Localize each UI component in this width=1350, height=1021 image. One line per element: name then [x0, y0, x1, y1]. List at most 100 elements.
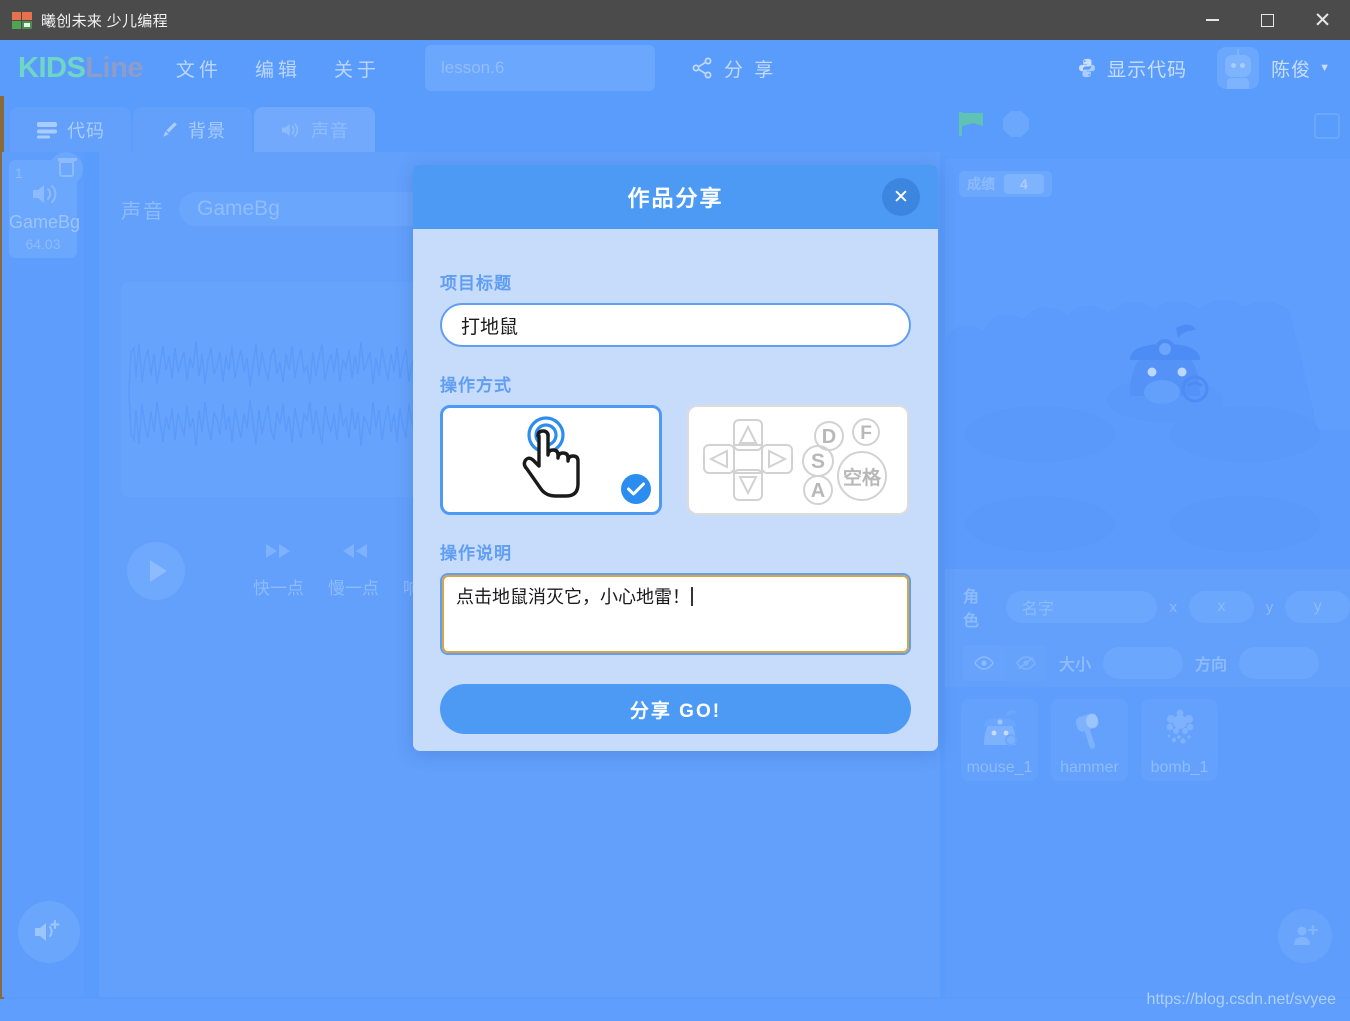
text-cursor [691, 587, 693, 606]
green-flag-icon[interactable] [959, 112, 985, 136]
x-label: x [1169, 598, 1177, 616]
sound-index: 1 [15, 165, 23, 181]
tab-sound[interactable]: 声音 [254, 107, 375, 152]
tab-code-label: 代码 [67, 120, 105, 141]
sprite-info-row-1: 角色 名字 x x y y [945, 569, 1350, 631]
close-dialog-button[interactable]: ✕ [882, 178, 920, 216]
list-item[interactable]: 1 GameBg 64.03 [9, 152, 83, 258]
effect-slower[interactable]: 慢一点 [316, 540, 391, 599]
menu-about[interactable]: 关于 [334, 55, 380, 82]
operation-mode-label: 操作方式 [440, 376, 512, 395]
score-value: 4 [1004, 174, 1044, 194]
minimize-button[interactable] [1185, 0, 1240, 40]
operation-desc-label: 操作说明 [440, 544, 512, 563]
rewind-icon [316, 540, 391, 566]
eye-icon[interactable] [963, 645, 1005, 681]
tab-code[interactable]: 代码 [10, 107, 131, 152]
blocks-icon [37, 121, 57, 138]
dpad-keys-icon: S D F A 空格 [703, 418, 887, 505]
sound-duration: 64.03 [25, 236, 61, 252]
effect-faster[interactable]: 快一点 [241, 540, 316, 599]
hammer-sprite-icon [1075, 713, 1099, 749]
sound-field-label: 声音 [121, 200, 165, 223]
effect-slower-label: 慢一点 [328, 579, 379, 598]
app-header: KIDSLine 文件 编辑 关于 lesson.6 分 享 显示代码 陈俊 ▼ [0, 40, 1350, 96]
share-dialog-title: 作品分享 [627, 186, 724, 211]
share-header-label: 分 享 [723, 59, 777, 81]
stage-controls [959, 111, 1029, 137]
stop-icon[interactable] [1003, 111, 1029, 137]
sprite-y-input[interactable]: y [1285, 591, 1350, 623]
add-sprite-icon [1294, 924, 1318, 945]
delete-sound-icon[interactable] [49, 152, 83, 186]
mode-selected-check [621, 474, 651, 504]
sprite-item-bomb[interactable]: bomb_1 [1141, 699, 1218, 781]
share-header-button[interactable]: 分 享 [690, 55, 776, 82]
sprite-name-label: hammer [1060, 759, 1119, 776]
mole-character [1107, 324, 1223, 422]
sprite-item-hammer[interactable]: hammer [1051, 699, 1128, 781]
add-sound-button[interactable] [9, 892, 89, 972]
project-title-input[interactable]: 打地鼠 [440, 303, 911, 347]
lesson-name-input[interactable]: lesson.6 [424, 45, 655, 91]
tap-hand-icon [522, 416, 580, 498]
title-bar: 曦创未来 少儿编程 ✕ [0, 0, 1350, 40]
show-code-label: 显示代码 [1107, 59, 1188, 81]
play-sound-button[interactable] [119, 536, 193, 610]
mode-option-touch[interactable] [440, 405, 662, 515]
eye-off-icon[interactable] [1005, 645, 1047, 681]
header-right-group: 显示代码 陈俊 ▼ [1076, 47, 1350, 89]
application-window: 曦创未来 少儿编程 ✕ KIDSLine 文件 编辑 关于 lesson.6 分… [0, 0, 1350, 1021]
mode-option-keyboard[interactable]: S D F A 空格 [687, 405, 909, 515]
python-icon [1079, 58, 1096, 78]
visibility-toggle-group [963, 645, 1047, 681]
small-stage-button[interactable] [1314, 113, 1340, 139]
share-icon [692, 57, 712, 79]
app-logo-icon [12, 11, 32, 29]
project-title-label: 项目标题 [440, 274, 512, 293]
sound-name: GameBg [9, 212, 81, 232]
key-a-label: A [811, 480, 825, 502]
show-code-button[interactable]: 显示代码 [1076, 55, 1187, 82]
operation-desc-textarea[interactable]: 点击地鼠消灭它，小心地雷！ [440, 573, 911, 655]
speaker-icon [31, 182, 61, 212]
stage-canvas[interactable]: 成绩 4 [945, 159, 1350, 569]
sprite-name-label: bomb_1 [1150, 759, 1209, 776]
sprite-name-input[interactable]: 名字 [1005, 591, 1158, 623]
sprite-direction-input[interactable] [1239, 647, 1320, 679]
effect-faster-label: 快一点 [253, 579, 304, 598]
menu-file[interactable]: 文件 [176, 55, 222, 82]
menu-edit[interactable]: 编辑 [255, 55, 301, 82]
operation-desc-text: 点击地鼠消灭它，小心地雷！ [456, 587, 690, 607]
username-label[interactable]: 陈俊 [1271, 55, 1311, 82]
paintbrush-icon [163, 121, 177, 137]
share-submit-button[interactable]: 分享 GO! [440, 684, 911, 734]
score-monitor: 成绩 4 [959, 171, 1052, 197]
sprite-info-panel: 角色 名字 x x y y 大小 方向 [945, 569, 1350, 687]
share-dialog-body: 项目标题 打地鼠 操作方式 S D F A 空格 操作说明 点击地鼠消灭它，小心… [413, 229, 938, 751]
role-label: 角色 [963, 589, 980, 630]
operation-mode-options: S D F A 空格 [440, 405, 911, 515]
stage-size-controls [1314, 113, 1340, 139]
watermark-url: https://blog.csdn.net/svyee [1146, 991, 1336, 1008]
sprite-name-label: mouse_1 [966, 759, 1033, 776]
mole-sprite-icon [983, 710, 1017, 746]
user-avatar[interactable] [1217, 47, 1260, 89]
check-icon [627, 482, 645, 496]
bomb-sprite-icon [1166, 709, 1193, 744]
sprite-size-input[interactable] [1103, 647, 1184, 679]
key-d-label: D [822, 426, 836, 448]
direction-label: 方向 [1195, 657, 1228, 674]
sprite-x-input[interactable]: x [1188, 591, 1254, 623]
add-sprite-button[interactable] [1278, 909, 1332, 963]
key-space-label: 空格 [843, 466, 882, 489]
sprite-item-mouse[interactable]: mouse_1 [961, 699, 1038, 781]
chevron-down-icon[interactable]: ▼ [1319, 62, 1330, 74]
sprite-info-row-2: 大小 方向 [945, 631, 1350, 681]
logo-kids-text: KIDS [18, 51, 86, 84]
sprite-tray: mouse_1 hammer bomb_1 [945, 687, 1350, 997]
close-window-button[interactable]: ✕ [1295, 0, 1350, 40]
tab-backdrop[interactable]: 背景 [133, 107, 252, 152]
key-f-label: F [860, 423, 872, 444]
maximize-button[interactable] [1240, 0, 1295, 40]
